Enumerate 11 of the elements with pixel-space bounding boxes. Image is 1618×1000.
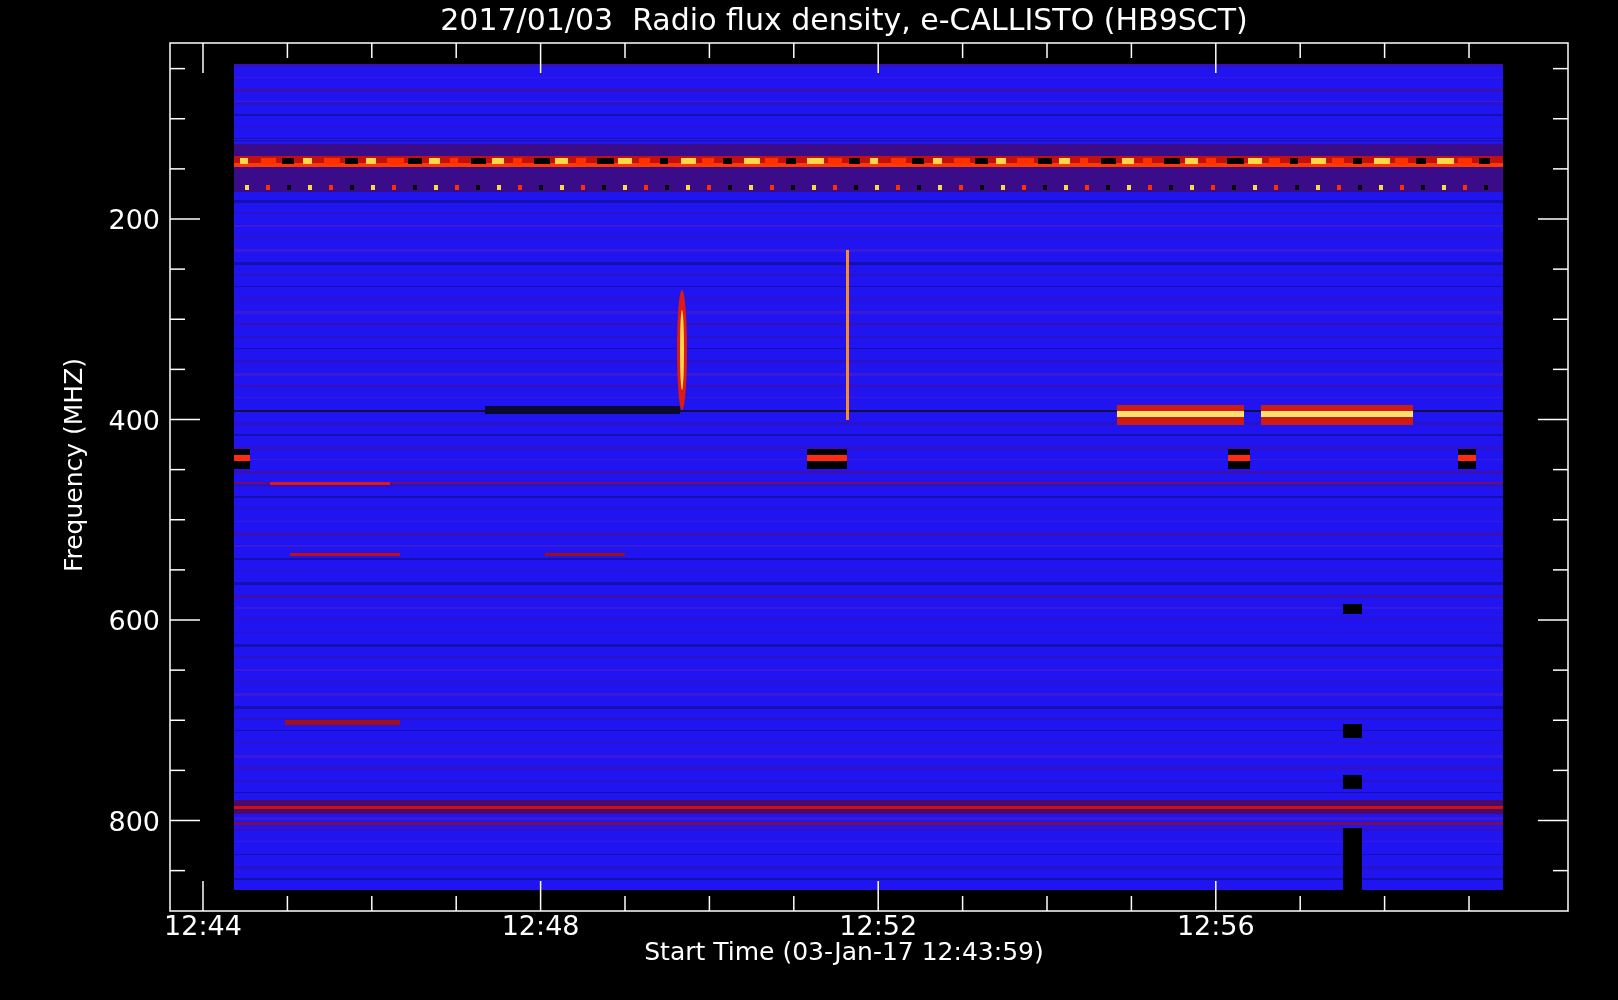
y-axis-label: Frequency (MHZ)	[59, 357, 88, 573]
y-tick-label: 600	[108, 605, 160, 636]
chart-title: 2017/01/03 Radio flux density, e-CALLISTO (HB9SCT)	[439, 1, 1249, 39]
y-tick-label: 800	[108, 805, 160, 837]
x-axis-label: Start Time (03-Jan-17 12:43:59)	[644, 937, 1044, 967]
y-tick-label: 400	[108, 404, 160, 436]
x-tick-label: 12:52	[839, 910, 918, 937]
x-tick-label: 12:44	[164, 910, 242, 937]
x-tick-label: 12:48	[501, 910, 580, 937]
x-tick-label: 12:56	[1176, 910, 1255, 937]
y-tick-label: 200	[108, 204, 160, 235]
